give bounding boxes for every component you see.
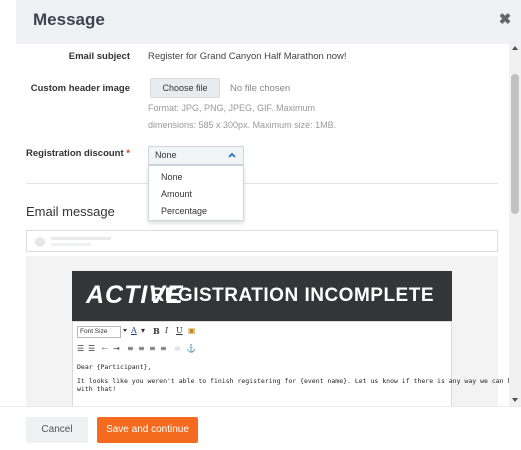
modal-footer: Cancel Save and continue — [0, 406, 521, 450]
rich-text-editor[interactable]: Font Size A ▾ B I U ▣ ☰ ☰ ⇤ ⇥ ≡ ≡ ≡ ≡ ∞ … — [72, 321, 521, 406]
chevron-down-icon[interactable]: ▾ — [141, 326, 145, 335]
align-left-icon[interactable]: ≡ — [127, 344, 134, 353]
banner-title: REGISTRATION INCOMPLETE — [150, 285, 434, 306]
required-marker: * — [126, 148, 130, 159]
email-preview-canvas: ACTIVE REGISTRATION INCOMPLETE Font Size… — [26, 256, 521, 406]
align-center-icon[interactable]: ≡ — [138, 344, 145, 353]
paste-icon[interactable]: ▣ — [188, 326, 196, 335]
underline-icon[interactable]: U — [176, 326, 183, 335]
scrollbar-thumb[interactable] — [511, 74, 519, 214]
vertical-scrollbar[interactable] — [509, 44, 521, 406]
modal-header: Message ✖ — [16, 0, 521, 44]
align-right-icon[interactable]: ≡ — [149, 344, 156, 353]
modal-title: Message — [33, 10, 105, 29]
registration-discount-label: Registration discount * — [0, 148, 130, 159]
indent-icon[interactable]: ⇥ — [113, 344, 120, 353]
dropdown-option-percentage[interactable]: Percentage — [161, 206, 207, 216]
email-subject-value: Register for Grand Canyon Half Marathon … — [148, 51, 347, 62]
font-size-select[interactable]: Font Size — [77, 326, 121, 338]
modal-body[interactable]: Email subject Register for Grand Canyon … — [0, 44, 521, 406]
section-divider — [26, 183, 498, 184]
email-message-title: Email message — [26, 204, 115, 219]
editor-placeholder-line — [51, 243, 91, 246]
chevron-up-icon — [228, 152, 236, 158]
dropdown-option-none[interactable]: None — [161, 172, 183, 182]
no-file-chosen-text: No file chosen — [230, 83, 291, 94]
editor-placeholder-line — [51, 237, 111, 240]
anchor-icon[interactable]: ⚓ — [186, 344, 196, 353]
outdent-icon[interactable]: ⇤ — [102, 344, 109, 353]
scroll-down-arrow-icon[interactable] — [512, 398, 518, 402]
close-icon[interactable]: ✖ — [497, 11, 513, 29]
email-editor-toolbar[interactable] — [26, 230, 498, 252]
chevron-down-icon[interactable] — [123, 329, 127, 332]
numbered-list-icon[interactable]: ☰ — [88, 344, 95, 353]
rte-text-line: It looks like you weren't able to finish… — [77, 377, 521, 385]
scroll-up-arrow-icon[interactable] — [512, 46, 518, 50]
custom-header-image-label: Custom header image — [30, 83, 130, 94]
editor-avatar-placeholder — [35, 237, 45, 247]
discount-selected-value: None — [155, 150, 177, 160]
format-hint: Format: JPG, PNG, JPEG, GIF. Maximum — [148, 103, 316, 113]
font-color-icon[interactable]: A — [131, 326, 137, 335]
rte-text-line: Dear {Participant}, — [77, 363, 152, 371]
email-banner: ACTIVE REGISTRATION INCOMPLETE — [72, 271, 452, 321]
bullet-list-icon[interactable]: ☰ — [77, 344, 84, 353]
dimensions-hint: dimensions: 585 x 300px. Maximum size: 1… — [148, 120, 337, 130]
discount-dropdown-menu: None Amount Percentage — [148, 165, 244, 221]
italic-icon[interactable]: I — [165, 326, 168, 335]
message-modal: Message ✖ Email subject Register for Gra… — [0, 0, 521, 450]
dropdown-option-amount[interactable]: Amount — [161, 189, 192, 199]
align-justify-icon[interactable]: ≡ — [160, 344, 167, 353]
link-icon[interactable]: ∞ — [174, 344, 181, 353]
registration-discount-label-text: Registration discount — [26, 148, 124, 159]
rte-text-line: with that! — [77, 385, 117, 393]
registration-discount-select[interactable]: None — [148, 146, 244, 165]
save-and-continue-button[interactable]: Save and continue — [97, 417, 198, 443]
email-subject-label: Email subject — [68, 51, 130, 62]
bold-icon[interactable]: B — [153, 326, 160, 336]
cancel-button[interactable]: Cancel — [26, 417, 88, 443]
choose-file-button[interactable]: Choose file — [150, 78, 220, 98]
